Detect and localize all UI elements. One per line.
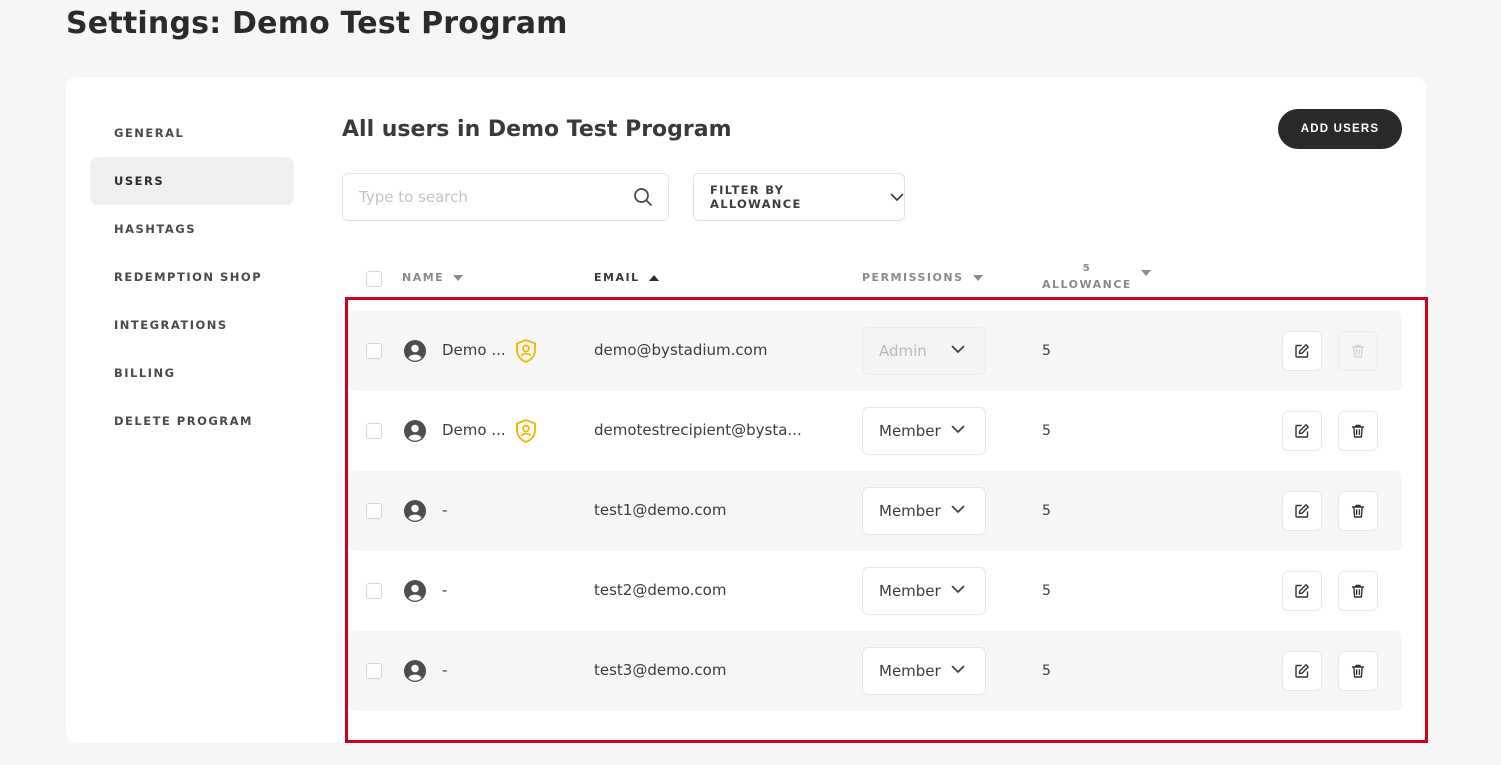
chevron-down-icon (951, 665, 965, 674)
sort-caret-down-icon (1140, 270, 1151, 276)
delete-user-button (1338, 331, 1378, 371)
user-email: test2@demo.com (594, 581, 727, 599)
edit-user-button[interactable] (1282, 571, 1322, 611)
users-table-body: Demo ... demo@bystadium.com Admin 5 Demo… (348, 311, 1402, 711)
column-header-name[interactable]: NAME (402, 271, 464, 284)
user-name: - (442, 581, 448, 599)
user-email: demo@bystadium.com (594, 341, 768, 359)
table-row: Demo ... demo@bystadium.com Admin 5 (348, 311, 1402, 391)
trash-icon (1351, 584, 1365, 598)
search-input[interactable] (359, 188, 632, 206)
table-row: - test2@demo.com Member 5 (348, 551, 1402, 631)
filter-label: FILTER BY ALLOWANCE (710, 183, 802, 211)
permission-dropdown[interactable]: Member (862, 487, 986, 535)
delete-user-button[interactable] (1338, 651, 1378, 691)
edit-user-button[interactable] (1282, 491, 1322, 531)
sidebar-item-general[interactable]: GENERAL (90, 109, 294, 157)
table-row: - test1@demo.com Member 5 (348, 471, 1402, 551)
avatar-icon (404, 500, 426, 522)
edit-user-button[interactable] (1282, 331, 1322, 371)
chevron-down-icon (951, 505, 965, 514)
edit-user-button[interactable] (1282, 651, 1322, 691)
avatar-icon (404, 420, 426, 442)
row-checkbox[interactable] (366, 663, 382, 679)
user-name: Demo ... (442, 421, 506, 439)
trash-icon (1351, 344, 1365, 358)
delete-user-button[interactable] (1338, 491, 1378, 531)
user-allowance: 5 (1042, 343, 1051, 359)
sidebar-item-hashtags[interactable]: HASHTAGS (90, 205, 294, 253)
user-name: Demo ... (442, 341, 506, 359)
filter-by-allowance-dropdown[interactable]: FILTER BY ALLOWANCE (693, 173, 905, 221)
delete-user-button[interactable] (1338, 571, 1378, 611)
edit-icon (1295, 584, 1309, 598)
user-allowance: 5 (1042, 423, 1051, 439)
table-row: Demo ... demotestrecipient@bysta... Memb… (348, 391, 1402, 471)
chevron-down-icon (951, 585, 965, 594)
row-checkbox[interactable] (366, 503, 382, 519)
settings-sidebar: GENERAL USERS HASHTAGS REDEMPTION SHOP I… (90, 109, 294, 445)
sidebar-item-redemption-shop[interactable]: REDEMPTION SHOP (90, 253, 294, 301)
select-all-checkbox[interactable] (366, 271, 382, 287)
add-users-button[interactable]: ADD USERS (1278, 109, 1402, 149)
user-email: test1@demo.com (594, 501, 727, 519)
edit-icon (1295, 424, 1309, 438)
sidebar-item-integrations[interactable]: INTEGRATIONS (90, 301, 294, 349)
user-allowance: 5 (1042, 663, 1051, 679)
sidebar-item-billing[interactable]: BILLING (90, 349, 294, 397)
column-header-permissions[interactable]: PERMISSIONS (862, 271, 983, 284)
search-box (342, 173, 669, 221)
column-header-email[interactable]: EMAIL (594, 271, 659, 284)
edit-icon (1295, 504, 1309, 518)
permission-dropdown[interactable]: Member (862, 407, 986, 455)
page-title: Settings: Demo Test Program (66, 6, 568, 41)
table-row: - test3@demo.com Member 5 (348, 631, 1402, 711)
table-header: NAME EMAIL PERMISSIONS 5 ALLOWANCE (342, 261, 1402, 297)
column-header-allowance[interactable]: 5 ALLOWANCE (1042, 261, 1151, 293)
admin-shield-icon (516, 419, 536, 443)
user-allowance: 5 (1042, 583, 1051, 599)
chevron-down-icon (890, 193, 904, 202)
permission-dropdown[interactable]: Member (862, 567, 986, 615)
permission-dropdown: Admin (862, 327, 986, 375)
edit-icon (1295, 664, 1309, 678)
search-icon[interactable] (632, 186, 654, 208)
trash-icon (1351, 424, 1365, 438)
permission-dropdown[interactable]: Member (862, 647, 986, 695)
trash-icon (1351, 664, 1365, 678)
user-name: - (442, 661, 448, 679)
user-email: demotestrecipient@bysta... (594, 421, 802, 439)
row-checkbox[interactable] (366, 583, 382, 599)
sort-caret-down-icon (972, 274, 983, 281)
chevron-down-icon (951, 425, 965, 434)
sidebar-item-users[interactable]: USERS (90, 157, 294, 205)
user-email: test3@demo.com (594, 661, 727, 679)
sort-caret-down-icon (453, 274, 464, 281)
sort-caret-up-icon (648, 274, 659, 281)
user-name: - (442, 501, 448, 519)
section-title: All users in Demo Test Program (342, 117, 732, 142)
sidebar-item-delete-program[interactable]: DELETE PROGRAM (90, 397, 294, 445)
trash-icon (1351, 504, 1365, 518)
user-allowance: 5 (1042, 503, 1051, 519)
avatar-icon (404, 580, 426, 602)
avatar-icon (404, 660, 426, 682)
row-checkbox[interactable] (366, 343, 382, 359)
edit-user-button[interactable] (1282, 411, 1322, 451)
delete-user-button[interactable] (1338, 411, 1378, 451)
chevron-down-icon (951, 345, 965, 354)
edit-icon (1295, 344, 1309, 358)
row-checkbox[interactable] (366, 423, 382, 439)
avatar-icon (404, 340, 426, 362)
admin-shield-icon (516, 339, 536, 363)
